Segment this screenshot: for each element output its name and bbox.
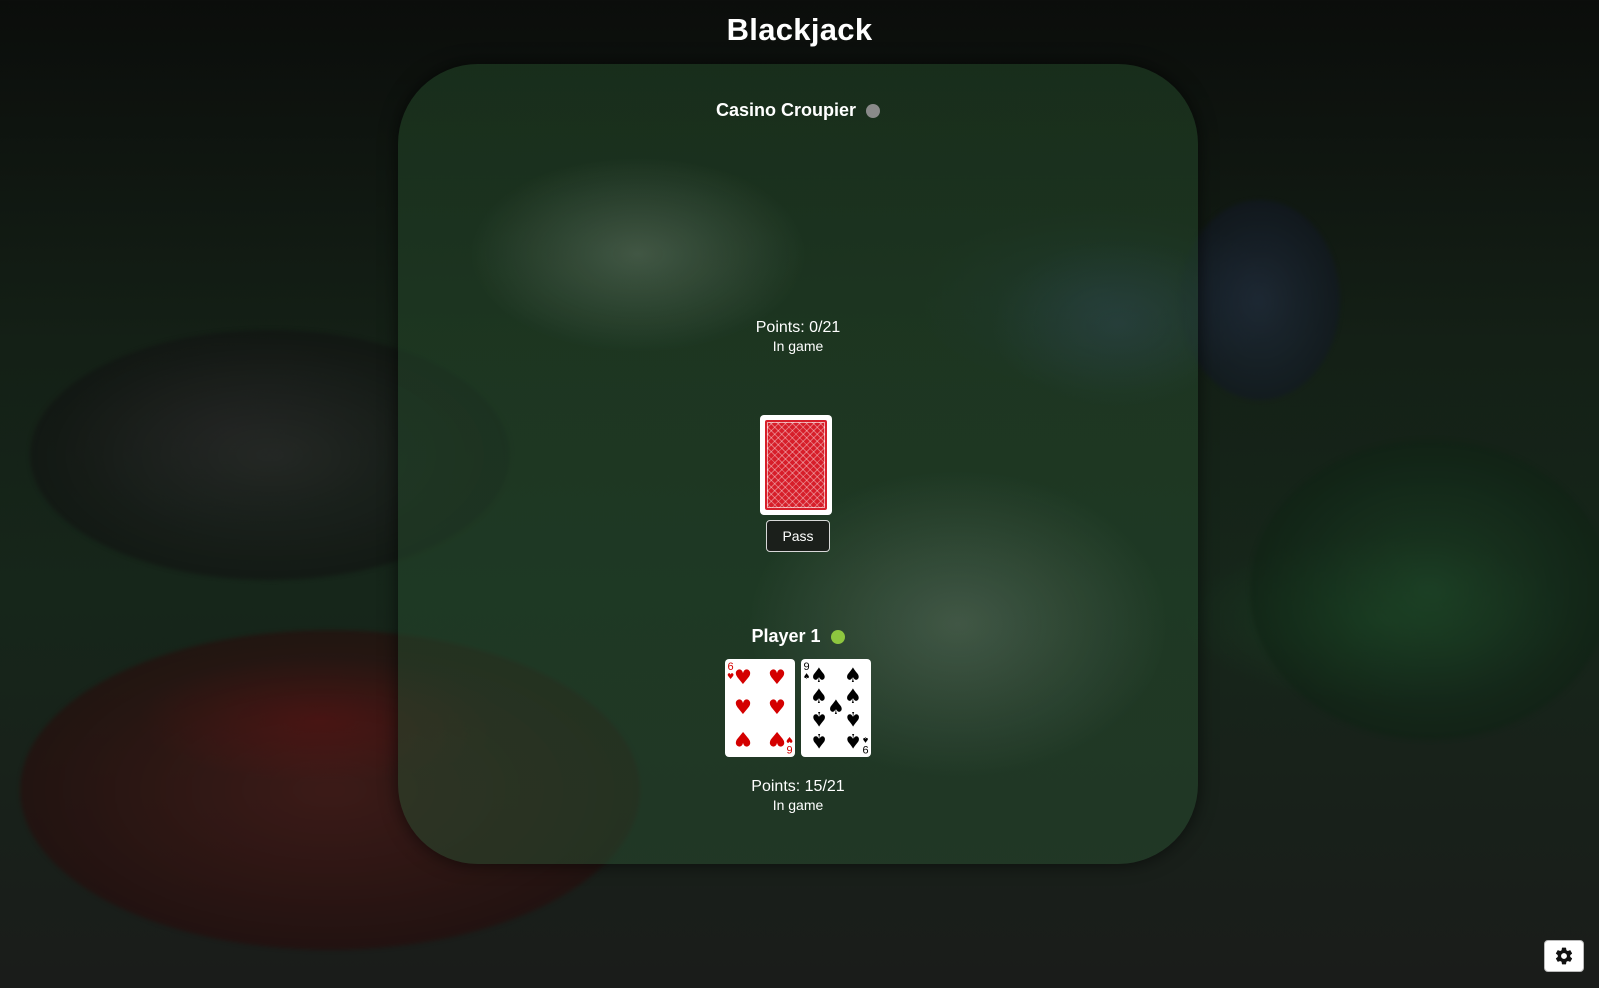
dealer-info: Points: 0/21 In game	[398, 318, 1198, 354]
player-name: Player 1	[751, 626, 821, 646]
playing-card-9-spades: 9 ♠ ♠ ♠ ♠ ♠ ♠ ♠ ♠ ♠ ♠ 9 ♠	[801, 659, 871, 757]
pass-button[interactable]: Pass	[766, 520, 830, 552]
heart-icon: ♥	[768, 695, 786, 719]
spade-icon: ♠	[810, 729, 828, 753]
dealer-name: Casino Croupier	[715, 100, 857, 120]
card-rank: 6	[786, 743, 793, 755]
heart-icon: ♥	[768, 727, 786, 751]
page-title: Blackjack	[726, 12, 873, 47]
heart-icon: ♥	[734, 665, 752, 689]
gear-icon	[1555, 947, 1573, 965]
player-info: Points: 15/21 In game	[398, 777, 1198, 813]
player-seat: Player 1 6 ♥ ♥ ♥ ♥ ♥ ♥ ♥ 6 ♥ 9 ♠ ♠ ♠ ♠ ♠ ♠	[398, 626, 1198, 757]
spade-icon: ♠	[810, 707, 828, 731]
card-suit: ♠	[861, 735, 869, 744]
heart-icon: ♥	[734, 727, 752, 751]
background-chip	[1180, 200, 1340, 400]
spade-icon: ♠	[844, 707, 862, 731]
background-chip	[1250, 440, 1599, 740]
heart-icon: ♥	[768, 665, 786, 689]
card-back-icon	[765, 420, 827, 510]
player-state: In game	[772, 797, 824, 813]
card-suit: ♥	[785, 735, 793, 744]
heart-icon: ♥	[734, 695, 752, 719]
spade-icon: ♠	[844, 684, 862, 708]
dealer-seat: Casino Croupier	[398, 100, 1198, 121]
dealer-status-indicator	[866, 103, 881, 118]
spade-icon: ♠	[844, 729, 862, 753]
spade-icon: ♠	[844, 663, 862, 687]
playing-card-6-hearts: 6 ♥ ♥ ♥ ♥ ♥ ♥ ♥ 6 ♥	[725, 659, 795, 757]
player-status-indicator	[830, 629, 845, 644]
player-hand: 6 ♥ ♥ ♥ ♥ ♥ ♥ ♥ 6 ♥ 9 ♠ ♠ ♠ ♠ ♠ ♠ ♠ ♠ ♠ ♠ 9…	[398, 659, 1198, 757]
deck-draw-card[interactable]	[760, 415, 832, 515]
player-points: Points: 15/21	[751, 778, 845, 795]
settings-button[interactable]	[1544, 940, 1584, 972]
game-table: Casino Croupier Points: 0/21 In game Pas…	[398, 64, 1198, 864]
dealer-points: Points: 0/21	[755, 319, 841, 336]
dealer-state: In game	[772, 338, 824, 354]
card-rank: 9	[862, 743, 869, 755]
spade-icon: ♠	[810, 663, 828, 687]
